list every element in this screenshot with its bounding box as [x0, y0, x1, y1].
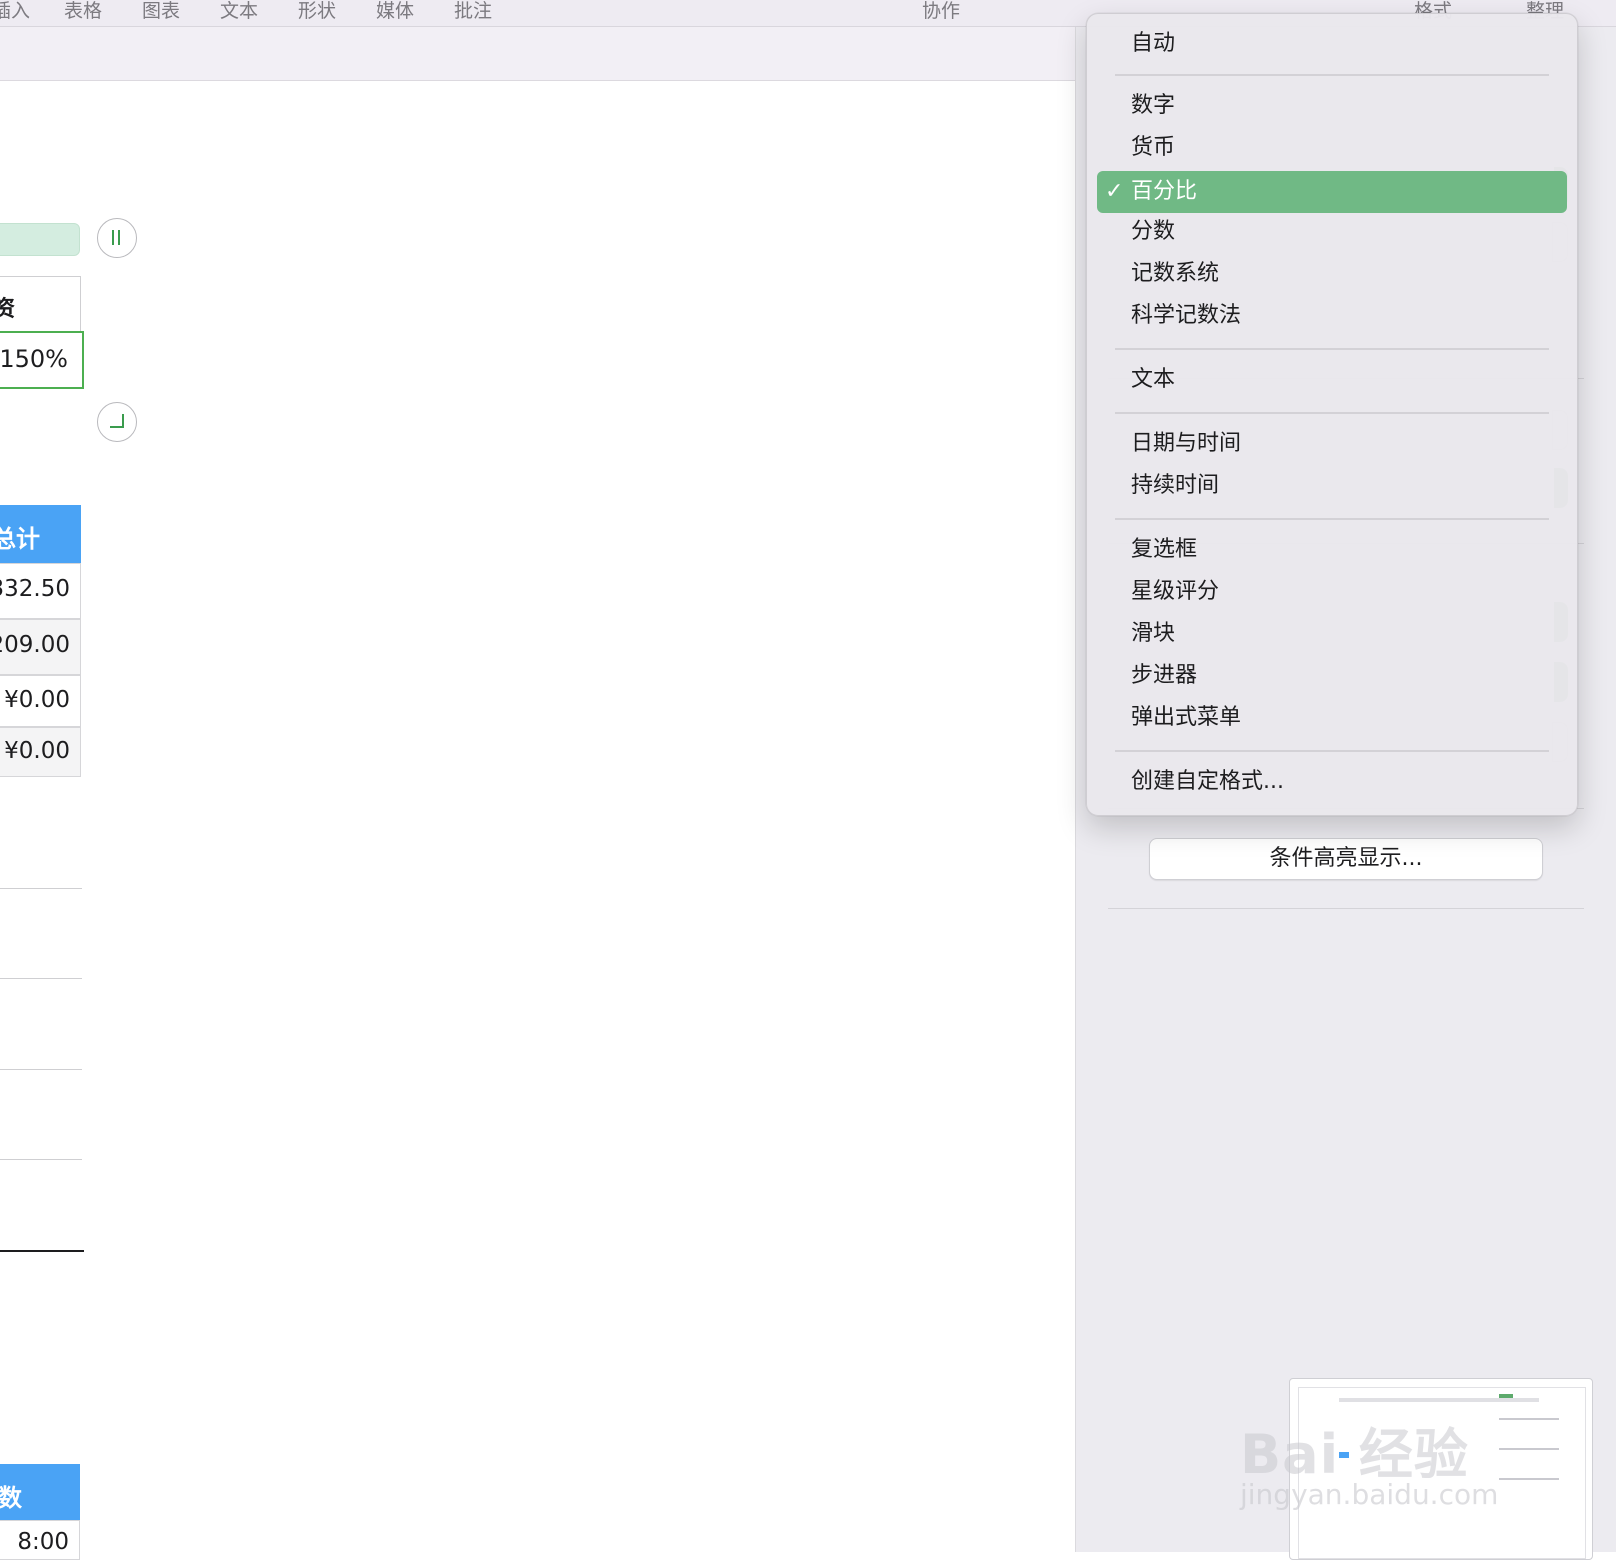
secondary-toolbar [0, 27, 1075, 81]
menu-item-number[interactable]: 数字 [1131, 91, 1175, 121]
table2-header[interactable]: 数 [0, 1464, 80, 1520]
header-cell-text: 资 [0, 297, 16, 322]
pause-handle-icon [112, 230, 120, 245]
menu-item-percentage[interactable]: ✓ 百分比 [1097, 171, 1567, 213]
header-cell[interactable]: 资 [0, 276, 81, 332]
table-cell-value: ¥0.00 [4, 738, 70, 764]
menu-separator [1115, 348, 1549, 350]
collaborate-button[interactable]: 协作 [922, 0, 960, 23]
table-row[interactable]: ¥0.00 [0, 727, 81, 777]
tab-chart[interactable]: 图表 [142, 0, 180, 23]
table-row[interactable]: 209.00 [0, 619, 81, 675]
menu-item-custom-format[interactable]: 创建自定格式... [1131, 767, 1284, 797]
row-divider-bold [0, 1250, 84, 1252]
table-title-bar[interactable] [0, 223, 80, 256]
table-row[interactable]: 332.50 [0, 563, 81, 619]
menu-item-slider[interactable]: 滑块 [1131, 619, 1175, 649]
column-resize-handle[interactable] [97, 218, 137, 258]
menu-item-popup-menu[interactable]: 弹出式菜单 [1131, 703, 1241, 733]
table-header-total-text: 总计 [0, 525, 40, 553]
watermark-url: jingyan.baidu.com [1240, 1478, 1499, 1511]
checkmark-icon: ✓ [1105, 179, 1124, 204]
menu-item-scientific[interactable]: 科学记数法 [1131, 301, 1241, 331]
menu-item-numeral-system[interactable]: 记数系统 [1131, 259, 1219, 289]
tab-comment[interactable]: 批注 [454, 0, 492, 23]
menu-item-auto[interactable]: 自动 [1131, 29, 1175, 59]
table-resize-handle[interactable] [97, 402, 137, 442]
table-header-total[interactable]: 总计 [0, 505, 81, 563]
tab-insert[interactable]: 插入 [0, 0, 30, 23]
menu-item-percentage-label: 百分比 [1131, 179, 1198, 204]
table-row[interactable]: ¥0.00 [0, 675, 81, 727]
corner-handle-icon [110, 414, 124, 428]
menu-item-star-rating[interactable]: 星级评分 [1131, 577, 1219, 607]
sidebar-divider [1108, 908, 1584, 909]
menu-item-duration[interactable]: 持续时间 [1131, 471, 1219, 501]
menu-item-stepper[interactable]: 步进器 [1131, 661, 1197, 691]
row-divider [0, 978, 82, 979]
menu-separator [1115, 518, 1549, 520]
selected-cell[interactable]: 150% [0, 331, 84, 389]
selected-cell-value: 150% [0, 345, 68, 373]
table-cell-value: 8:00 [17, 1529, 69, 1555]
table-cell-value: 332.50 [0, 576, 70, 602]
row-divider [0, 1159, 82, 1160]
menu-item-date-time[interactable]: 日期与时间 [1131, 429, 1241, 459]
menu-item-checkbox[interactable]: 复选框 [1131, 535, 1197, 565]
tab-table[interactable]: 表格 [64, 0, 102, 23]
data-format-menu: 自动 数字 货币 ✓ 百分比 分数 记数系统 科学记数法 文本 日期与时间 持续… [1086, 13, 1578, 816]
menu-item-fraction[interactable]: 分数 [1131, 217, 1175, 247]
menu-separator [1115, 412, 1549, 414]
menu-separator [1115, 750, 1549, 752]
tab-shape[interactable]: 形状 [298, 0, 336, 23]
table-cell-value: ¥0.00 [4, 687, 70, 713]
table2-header-text: 数 [0, 1484, 22, 1512]
conditional-highlight-button[interactable]: 条件高亮显示... [1149, 838, 1543, 880]
menu-item-text[interactable]: 文本 [1131, 365, 1175, 395]
menu-separator [1115, 74, 1549, 76]
table-row[interactable]: 8:00 [0, 1520, 80, 1560]
row-divider [0, 888, 82, 889]
menu-item-currency[interactable]: 货币 [1131, 133, 1175, 163]
tab-text[interactable]: 文本 [220, 0, 258, 23]
tab-media[interactable]: 媒体 [376, 0, 414, 23]
table-cell-value: 209.00 [0, 632, 70, 658]
row-divider [0, 1069, 82, 1070]
